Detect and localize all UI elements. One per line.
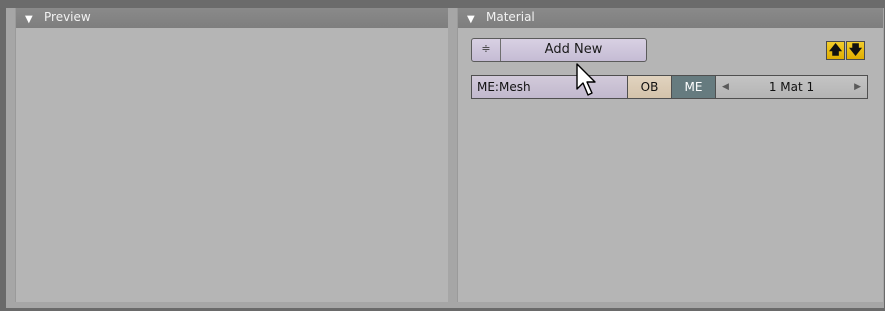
material-link-row: ME:Mesh OB ME ◀ 1 Mat 1 ▶ xyxy=(471,75,868,99)
material-index-field[interactable]: ◀ 1 Mat 1 ▶ xyxy=(716,75,868,99)
ob-toggle-button[interactable]: OB xyxy=(628,75,672,99)
arrow-right-icon[interactable]: ▶ xyxy=(854,76,861,98)
triangle-down-icon[interactable]: ▼ xyxy=(25,10,33,29)
me-toggle-button[interactable]: ME xyxy=(672,75,716,99)
top-background xyxy=(0,0,885,8)
material-index-value: 1 Mat 1 xyxy=(768,80,815,94)
add-new-label: Add New xyxy=(544,42,603,57)
material-panel-header[interactable]: ▼ Material xyxy=(458,8,883,29)
arrow-down-icon[interactable]: 🡇 xyxy=(846,41,865,60)
arrow-up-icon[interactable]: 🡅 xyxy=(826,41,845,60)
up-down-spinner-icon[interactable]: ≑ xyxy=(472,39,501,61)
material-panel-title: Material xyxy=(486,10,535,24)
mesh-link-field[interactable]: ME:Mesh xyxy=(471,75,628,99)
triangle-down-icon[interactable]: ▼ xyxy=(467,10,475,29)
preview-panel: ▼ Preview xyxy=(15,8,448,302)
mouse-cursor-icon xyxy=(576,63,596,96)
add-new-material-button[interactable]: ≑ Add New xyxy=(471,38,647,62)
preview-panel-title: Preview xyxy=(44,10,91,24)
preview-panel-header[interactable]: ▼ Preview xyxy=(16,8,448,29)
material-panel-body xyxy=(458,28,883,302)
preview-area xyxy=(16,28,448,302)
